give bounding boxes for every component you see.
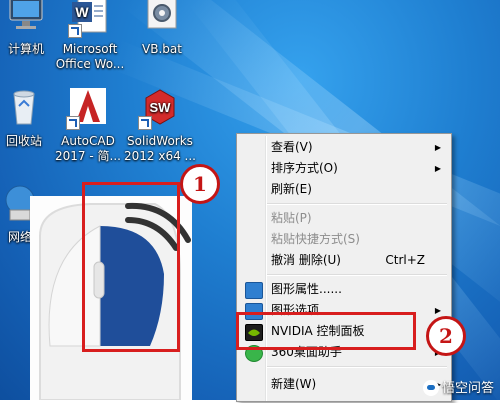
watermark-text: 悟空问答 — [441, 380, 494, 396]
menu-item-label: 查看(V) — [271, 140, 313, 154]
svg-text:SW: SW — [150, 100, 172, 115]
annotation-step-2: 2 — [426, 316, 466, 356]
solidworks-icon: SW — [138, 86, 182, 130]
desktop-icon-solidworks[interactable]: SW SolidWorks 2012 x64 ... — [124, 86, 196, 164]
annotation-step-1: 1 — [180, 164, 220, 204]
menu-item-view[interactable]: 查看(V) ▶ — [239, 137, 447, 158]
menu-separator — [267, 203, 447, 205]
menu-item-sort-by[interactable]: 排序方式(O) ▶ — [239, 158, 447, 179]
menu-item-label: 排序方式(O) — [271, 161, 338, 175]
svg-text:W: W — [75, 4, 89, 20]
desktop-icon-recycle-bin[interactable]: 回收站 — [0, 86, 60, 149]
menu-item-graphics-properties[interactable]: 图形属性...... — [239, 279, 447, 300]
desktop-icon-label: Microsoft Office Wo... — [55, 42, 125, 71]
word-document-icon: W — [68, 0, 112, 38]
menu-separator — [267, 274, 447, 276]
annotation-box-nvidia — [236, 312, 416, 350]
desktop-icon-label: 计算机 — [7, 42, 44, 56]
desktop-icon-label: AutoCAD 2017 - 简... — [55, 134, 121, 163]
menu-item-shortcut: Ctrl+Z — [385, 253, 425, 267]
desktop-icon-label: SolidWorks 2012 x64 ... — [124, 134, 196, 163]
desktop-icon-autocad[interactable]: AutoCAD 2017 - 简... — [52, 86, 124, 164]
autocad-icon — [66, 86, 110, 130]
menu-item-undo-delete[interactable]: 撤消 删除(U) Ctrl+Z — [239, 250, 447, 271]
menu-separator — [267, 366, 447, 368]
submenu-arrow-icon: ▶ — [434, 143, 441, 152]
submenu-arrow-icon: ▶ — [434, 164, 441, 173]
menu-item-paste-shortcut[interactable]: 粘贴快捷方式(S) — [239, 229, 447, 250]
annotation-box-right-button — [82, 182, 180, 352]
shortcut-arrow-icon — [138, 116, 152, 130]
shortcut-arrow-icon — [68, 24, 82, 38]
menu-item-label: 新建(W) — [271, 377, 317, 391]
wukong-logo-icon — [422, 380, 439, 396]
desktop-icon-vbbat[interactable]: VB.bat — [126, 0, 198, 57]
menu-item-label: 粘贴快捷方式(S) — [271, 232, 360, 246]
computer-icon — [4, 0, 48, 38]
menu-item-new[interactable]: 新建(W) ▶ — [239, 374, 447, 395]
desktop-context-menu[interactable]: 查看(V) ▶ 排序方式(O) ▶ 刷新(E) 粘贴(P) 粘贴快捷方式(S) … — [236, 133, 452, 402]
menu-item-label: 撤消 删除(U) — [271, 253, 341, 267]
recycle-bin-icon — [2, 86, 46, 130]
shortcut-arrow-icon — [66, 116, 80, 130]
menu-item-label: 刷新(E) — [271, 182, 312, 196]
desktop-icon-label: 回收站 — [5, 134, 42, 148]
batch-file-gear-icon — [140, 0, 184, 38]
watermark: 悟空问答 — [422, 377, 494, 396]
menu-item-label: 图形属性...... — [271, 282, 342, 296]
menu-item-paste[interactable]: 粘贴(P) — [239, 208, 447, 229]
desktop-icon-computer[interactable]: 计算机 — [0, 0, 62, 57]
menu-item-label: 粘贴(P) — [271, 211, 312, 225]
desktop-icon-label: VB.bat — [142, 42, 182, 56]
menu-item-refresh[interactable]: 刷新(E) — [239, 179, 447, 200]
intel-graphics-icon — [245, 282, 263, 299]
desktop-icon-word[interactable]: W Microsoft Office Wo... — [54, 0, 126, 72]
